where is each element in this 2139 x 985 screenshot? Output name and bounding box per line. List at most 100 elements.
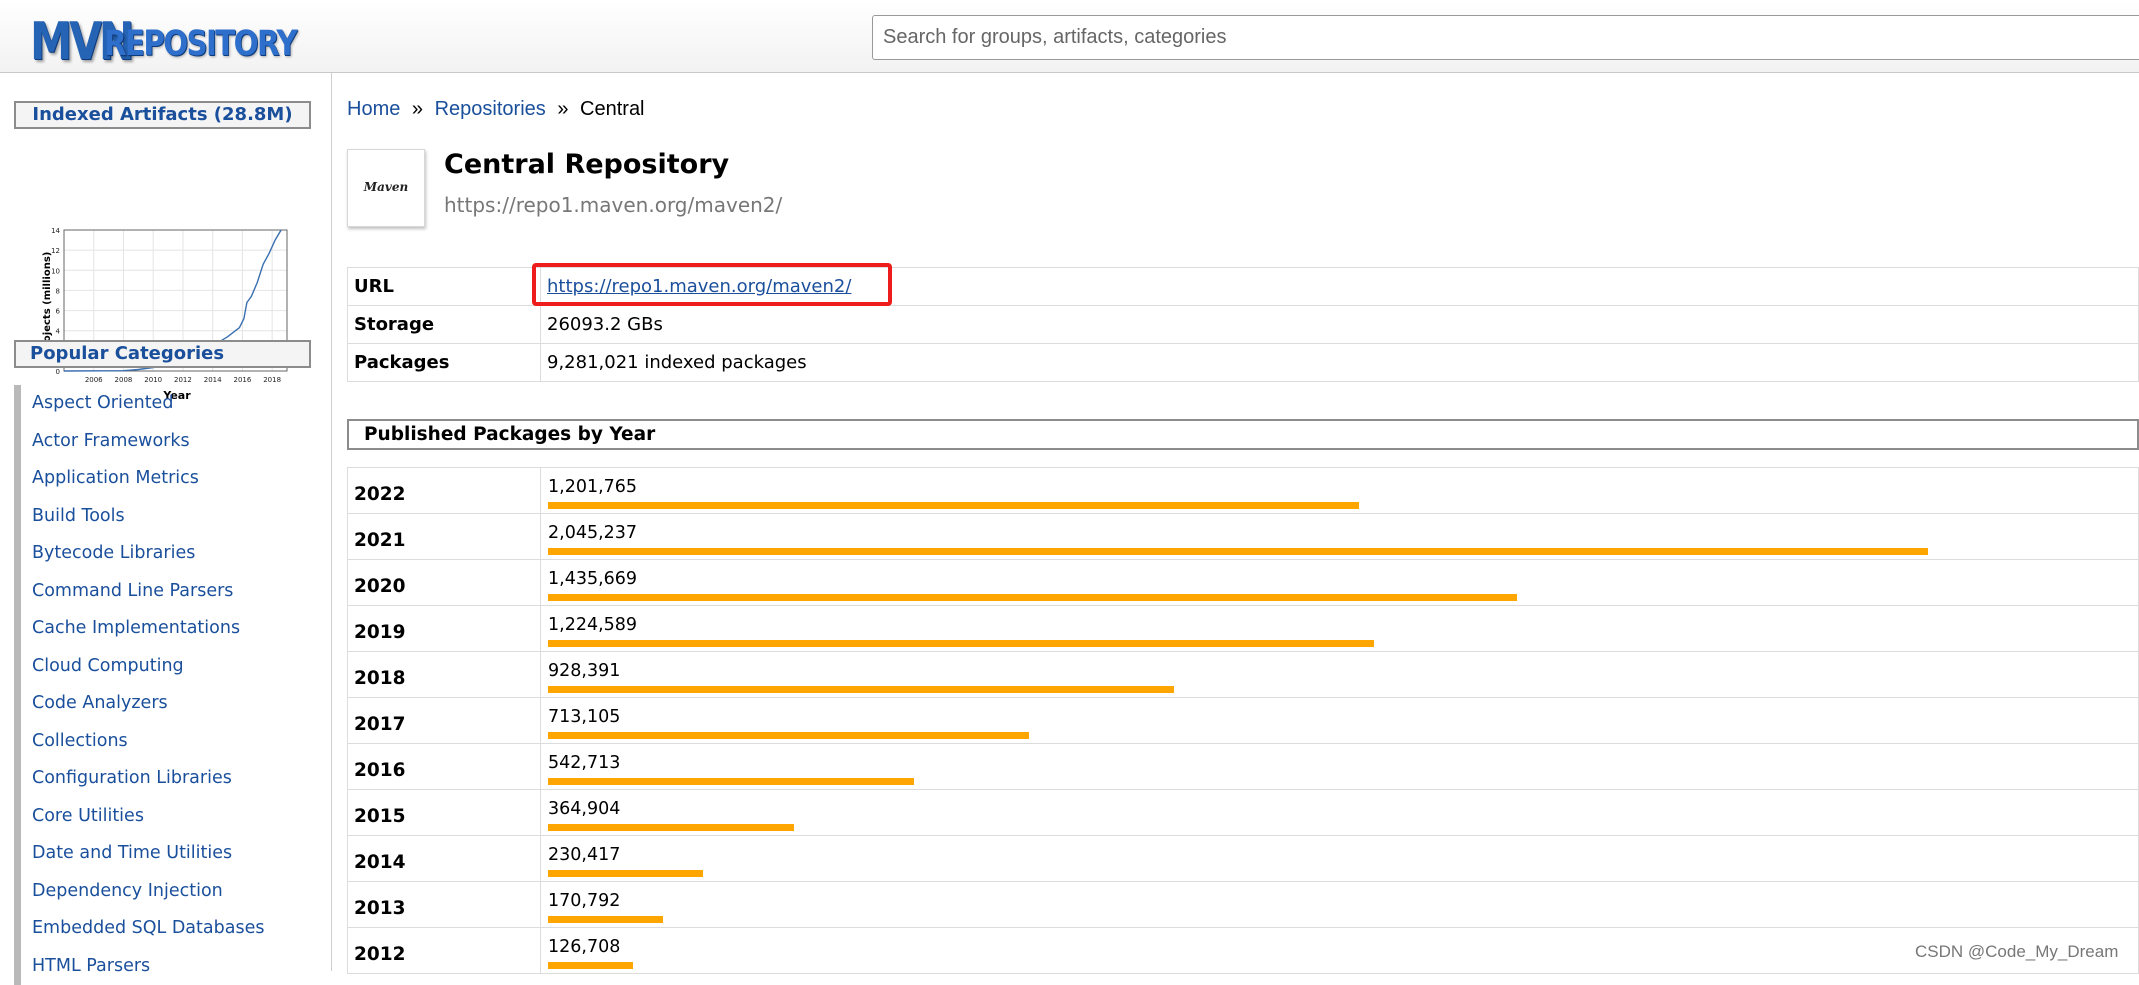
year-row: 2021 2,045,237 [348,514,2139,560]
chart-xtick-label: 2008 [115,376,133,384]
year-value-cell: 928,391 [541,652,2139,698]
year-row: 2018 928,391 [348,652,2139,698]
breadcrumb-home-link[interactable]: Home [347,98,400,120]
popular-categories-label: Popular Categories [30,343,224,364]
year-label: 2015 [348,790,541,836]
breadcrumb-separator: » [557,98,568,120]
category-link[interactable]: Collections [14,723,264,761]
mvn-repository-logo[interactable]: MVN REPOSITORY [18,4,318,66]
published-packages-title: Published Packages by Year [364,424,655,445]
info-row-packages: Packages 9,281,021 indexed packages [348,344,2139,382]
sidebar: Indexed Artifacts (28.8M) Projects (mill… [0,73,332,971]
package-count: 1,224,589 [548,615,637,635]
package-count-bar [548,962,633,969]
category-link[interactable]: Cache Implementations [14,610,264,648]
chart-ytick-label: 8 [56,287,60,295]
info-row-storage: Storage 26093.2 GBs [348,306,2139,344]
year-value-cell: 713,105 [541,698,2139,744]
logo-repository-text: REPOSITORY [104,24,296,64]
category-link[interactable]: Command Line Parsers [14,573,264,611]
year-row: 2016 542,713 [348,744,2139,790]
year-row: 2022 1,201,765 [348,468,2139,514]
category-link[interactable]: Build Tools [14,498,264,536]
chart-xtick-label: 2014 [204,376,222,384]
watermark: CSDN @Code_My_Dream [1915,942,2118,962]
year-label: 2017 [348,698,541,744]
year-label: 2012 [348,928,541,974]
year-row: 2012 126,708 [348,928,2139,974]
category-link[interactable]: Code Analyzers [14,685,264,723]
year-value-cell: 1,224,589 [541,606,2139,652]
year-row: 2014 230,417 [348,836,2139,882]
year-value-cell: 542,713 [541,744,2139,790]
package-count-bar [548,548,1928,555]
breadcrumb-current: Central [580,98,644,120]
chart-ytick-label: 12 [51,247,60,255]
year-label: 2018 [348,652,541,698]
year-label: 2013 [348,882,541,928]
year-value-cell: 1,201,765 [541,468,2139,514]
category-link[interactable]: Cloud Computing [14,648,264,686]
chart-ytick-label: 14 [51,227,60,235]
year-label: 2022 [348,468,541,514]
category-link[interactable]: Bytecode Libraries [14,535,264,573]
maven-logo-text: Maven [348,180,424,194]
package-count: 126,708 [548,937,620,957]
category-link[interactable]: Date and Time Utilities [14,835,264,873]
package-count: 364,904 [548,799,620,819]
year-label: 2021 [348,514,541,560]
info-key: Packages [348,344,541,382]
year-row: 20191,224,589 [348,606,2139,652]
year-row: 20201,435,669 [348,560,2139,606]
category-link[interactable]: Application Metrics [14,460,264,498]
chart-ytick-label: 6 [56,308,61,316]
info-key: URL [348,268,541,306]
breadcrumb: Home » Repositories » Central [347,96,645,122]
package-count-bar [548,778,914,785]
package-count-bar [548,640,1374,647]
year-label: 2014 [348,836,541,882]
category-link[interactable]: HTML Parsers [14,948,264,985]
maven-logo: Maven [347,149,425,227]
package-count-bar [548,870,703,877]
package-count: 542,713 [548,753,620,773]
year-row: 2015 364,904 [348,790,2139,836]
indexed-artifacts-label: Indexed Artifacts (28.8M) [32,104,292,125]
package-count: 928,391 [548,661,620,681]
chart-xtick-label: 2016 [233,376,251,384]
year-value-cell: 170,792 [541,882,2139,928]
year-label: 2016 [348,744,541,790]
breadcrumb-repositories-link[interactable]: Repositories [435,98,546,120]
category-link[interactable]: Core Utilities [14,798,264,836]
breadcrumb-separator: » [412,98,423,120]
category-link[interactable]: Configuration Libraries [14,760,264,798]
package-count: 230,417 [548,845,620,865]
package-count: 1,435,669 [548,569,637,589]
package-count-bar [548,502,1359,509]
category-link[interactable]: Actor Frameworks [14,423,264,461]
chart-ytick-label: 10 [51,267,60,275]
info-key: Storage [348,306,541,344]
year-value-cell: 126,708 [541,928,2139,974]
indexed-artifacts-heading[interactable]: Indexed Artifacts (28.8M) [14,101,311,129]
published-packages-heading: Published Packages by Year [347,419,2139,450]
package-count-bar [548,686,1174,693]
year-row: 2017 713,105 [348,698,2139,744]
package-count: 170,792 [548,891,620,911]
popular-categories-heading[interactable]: Popular Categories [14,340,311,368]
page-title: Central Repository [444,149,729,180]
package-count-bar [548,594,1517,601]
package-count-bar [548,916,663,923]
package-count: 713,105 [548,707,620,727]
chart-ytick-label: 4 [56,328,61,336]
info-value: 26093.2 GBs [541,306,2139,344]
chart-xtick-label: 2006 [85,376,103,384]
package-count: 2,045,237 [548,523,637,543]
category-link[interactable]: Embedded SQL Databases [14,910,264,948]
category-link[interactable]: Aspect Oriented [14,385,264,423]
year-value-cell: 2,045,237 [541,514,2139,560]
repo-subtitle-url: https://repo1.maven.org/maven2/ [444,193,782,217]
search-input[interactable] [872,15,2139,60]
category-link[interactable]: Dependency Injection [14,873,264,911]
package-count: 1,201,765 [548,477,637,497]
